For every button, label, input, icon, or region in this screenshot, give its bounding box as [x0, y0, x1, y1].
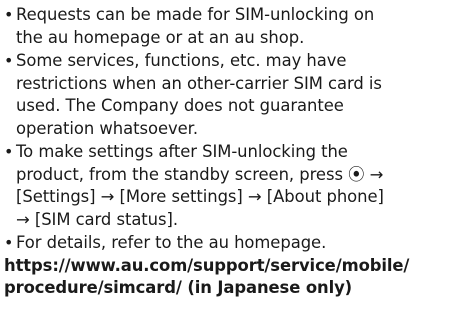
- bullet: •: [4, 142, 14, 161]
- bullet: •: [4, 5, 14, 24]
- note-line: To make settings after SIM-unlocking the: [16, 142, 348, 161]
- url-line: procedure/simcard/ (in Japanese only): [4, 278, 353, 297]
- note-line: operation whatsoever.: [16, 118, 198, 138]
- note-line: → [SIM card status].: [16, 209, 179, 229]
- note-settings-path: • To make settings after SIM-unlocking t…: [4, 141, 465, 231]
- bullet: •: [4, 233, 14, 252]
- note-line: used. The Company does not guarantee: [16, 96, 344, 115]
- note-line: the au homepage or at an au shop.: [16, 27, 305, 47]
- note-line: product, from the standby screen, press …: [16, 164, 384, 184]
- note-text: To make settings after SIM-unlocking the…: [16, 141, 465, 231]
- note-text: Some services, functions, etc. may have …: [16, 50, 465, 140]
- note-sim-unlock-request: • Requests can be made for SIM-unlocking…: [4, 4, 465, 49]
- note-restrictions: • Some services, functions, etc. may hav…: [4, 50, 465, 140]
- document-body: • Requests can be made for SIM-unlocking…: [0, 0, 465, 314]
- note-text: Requests can be made for SIM-unlocking o…: [16, 4, 465, 49]
- note-text: For details, refer to the au homepage.: [16, 232, 465, 255]
- note-line: [Settings] → [More settings] → [About ph…: [16, 187, 384, 206]
- note-line: restrictions when an other-carrier SIM c…: [16, 73, 382, 93]
- note-line: Requests can be made for SIM-unlocking o…: [16, 5, 375, 24]
- support-url-link[interactable]: https://www.au.com/support/service/mobil…: [4, 255, 465, 300]
- note-line: Some services, functions, etc. may have: [16, 51, 347, 70]
- bullet: •: [4, 51, 14, 70]
- note-details: • For details, refer to the au homepage.: [4, 232, 465, 255]
- note-line: For details, refer to the au homepage.: [16, 233, 327, 252]
- url-line: https://www.au.com/support/service/mobil…: [4, 255, 410, 275]
